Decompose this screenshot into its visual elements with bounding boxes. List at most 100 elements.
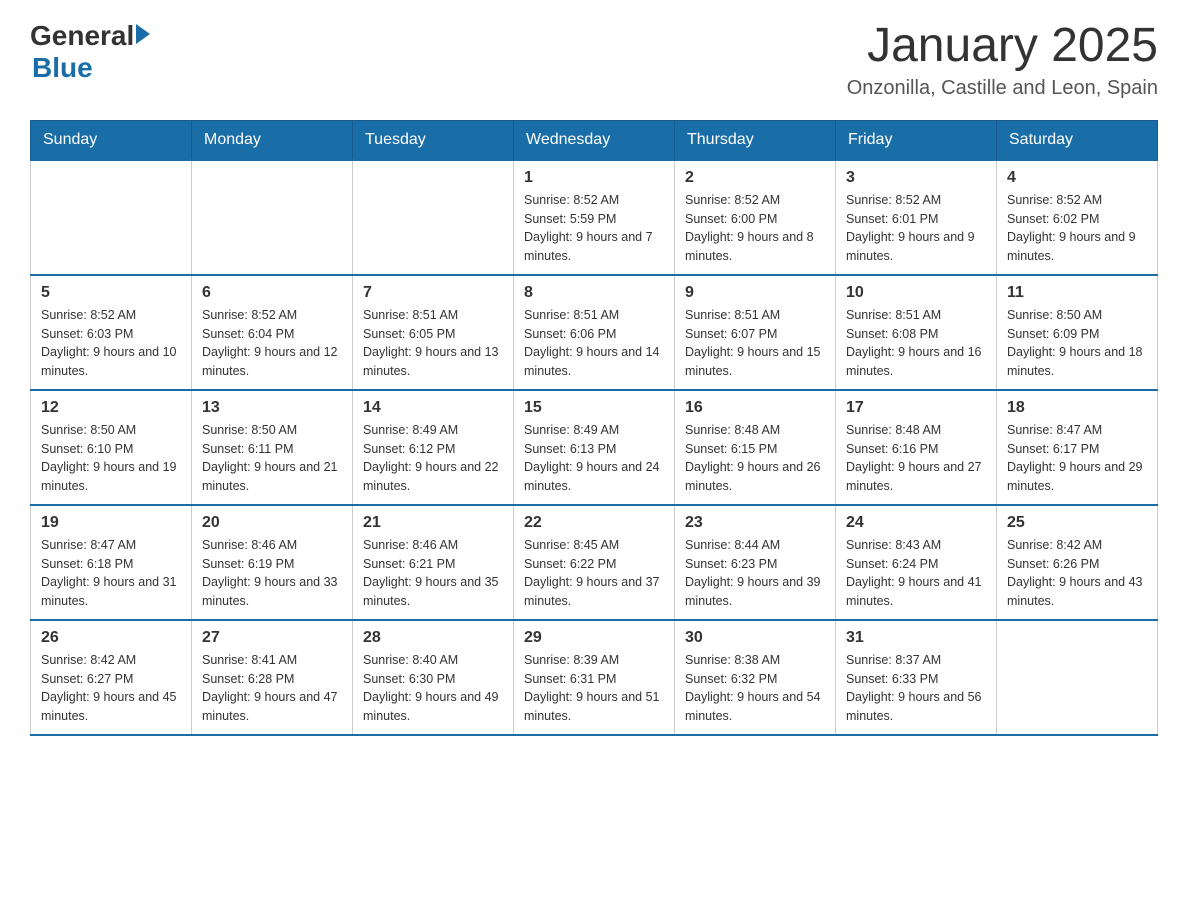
day-number: 18: [1007, 399, 1147, 417]
day-info: Sunrise: 8:42 AM Sunset: 6:26 PM Dayligh…: [1007, 536, 1147, 611]
day-info: Sunrise: 8:37 AM Sunset: 6:33 PM Dayligh…: [846, 651, 986, 726]
day-number: 26: [41, 629, 181, 647]
day-number: 12: [41, 399, 181, 417]
day-info: Sunrise: 8:44 AM Sunset: 6:23 PM Dayligh…: [685, 536, 825, 611]
logo-blue-text: Blue: [32, 52, 93, 84]
day-number: 13: [202, 399, 342, 417]
day-info: Sunrise: 8:50 AM Sunset: 6:09 PM Dayligh…: [1007, 306, 1147, 381]
page-header: General Blue January 2025 Onzonilla, Cas…: [30, 20, 1158, 100]
day-info: Sunrise: 8:49 AM Sunset: 6:13 PM Dayligh…: [524, 421, 664, 496]
table-row: 18 Sunrise: 8:47 AM Sunset: 6:17 PM Dayli…: [997, 390, 1158, 505]
col-sunday: Sunday: [31, 120, 192, 160]
table-row: 4Sunrise: 8:52 AM Sunset: 6:02 PM Daylig…: [997, 160, 1158, 275]
day-number: 5: [41, 284, 181, 302]
header-row: Sunday Monday Tuesday Wednesday Thursday…: [31, 120, 1158, 160]
day-number: 21: [363, 514, 503, 532]
table-row: 6 Sunrise: 8:52 AM Sunset: 6:04 PM Daylig…: [192, 275, 353, 390]
day-info: Sunrise: 8:49 AM Sunset: 6:12 PM Dayligh…: [363, 421, 503, 496]
table-row: 26 Sunrise: 8:42 AM Sunset: 6:27 PM Dayli…: [31, 620, 192, 735]
table-row: 13 Sunrise: 8:50 AM Sunset: 6:11 PM Dayli…: [192, 390, 353, 505]
table-row: 22Sunrise: 8:45 AM Sunset: 6:22 PM Dayli…: [514, 505, 675, 620]
day-number: 11: [1007, 284, 1147, 302]
calendar-title: January 2025: [847, 20, 1158, 73]
table-row: 5 Sunrise: 8:52 AM Sunset: 6:03 PM Daylig…: [31, 275, 192, 390]
logo-arrow-icon: [136, 24, 150, 44]
col-tuesday: Tuesday: [353, 120, 514, 160]
day-info: Sunrise: 8:43 AM Sunset: 6:24 PM Dayligh…: [846, 536, 986, 611]
day-info: Sunrise: 8:42 AM Sunset: 6:27 PM Dayligh…: [41, 651, 181, 726]
table-row: 30 Sunrise: 8:38 AM Sunset: 6:32 PM Dayli…: [675, 620, 836, 735]
day-number: 31: [846, 629, 986, 647]
table-row: 15 Sunrise: 8:49 AM Sunset: 6:13 PM Dayli…: [514, 390, 675, 505]
col-monday: Monday: [192, 120, 353, 160]
col-wednesday: Wednesday: [514, 120, 675, 160]
table-row: 24 Sunrise: 8:43 AM Sunset: 6:24 PM Dayli…: [836, 505, 997, 620]
day-info: Sunrise: 8:45 AM Sunset: 6:22 PM Dayligh…: [524, 536, 664, 611]
day-info: Sunrise: 8:41 AM Sunset: 6:28 PM Dayligh…: [202, 651, 342, 726]
table-row: 25 Sunrise: 8:42 AM Sunset: 6:26 PM Dayli…: [997, 505, 1158, 620]
day-info: Sunrise: 8:47 AM Sunset: 6:18 PM Dayligh…: [41, 536, 181, 611]
day-number: 9: [685, 284, 825, 302]
table-row: [192, 160, 353, 275]
table-row: 31 Sunrise: 8:37 AM Sunset: 6:33 PM Dayli…: [836, 620, 997, 735]
day-info: Sunrise: 8:50 AM Sunset: 6:11 PM Dayligh…: [202, 421, 342, 496]
day-number: 16: [685, 399, 825, 417]
table-row: 28 Sunrise: 8:40 AM Sunset: 6:30 PM Dayli…: [353, 620, 514, 735]
day-number: 27: [202, 629, 342, 647]
day-number: 17: [846, 399, 986, 417]
week-row-5: 26 Sunrise: 8:42 AM Sunset: 6:27 PM Dayli…: [31, 620, 1158, 735]
table-row: 17 Sunrise: 8:48 AM Sunset: 6:16 PM Dayli…: [836, 390, 997, 505]
calendar-table: Sunday Monday Tuesday Wednesday Thursday…: [30, 120, 1158, 736]
day-number: 7: [363, 284, 503, 302]
day-number: 1: [524, 169, 664, 187]
day-number: 29: [524, 629, 664, 647]
day-info: Sunrise: 8:51 AM Sunset: 6:07 PM Dayligh…: [685, 306, 825, 381]
logo-general-text: General: [30, 20, 134, 52]
table-row: [353, 160, 514, 275]
day-number: 2: [685, 169, 825, 187]
table-row: 10Sunrise: 8:51 AM Sunset: 6:08 PM Dayli…: [836, 275, 997, 390]
col-thursday: Thursday: [675, 120, 836, 160]
table-row: 23 Sunrise: 8:44 AM Sunset: 6:23 PM Dayli…: [675, 505, 836, 620]
table-row: 21 Sunrise: 8:46 AM Sunset: 6:21 PM Dayli…: [353, 505, 514, 620]
day-info: Sunrise: 8:52 AM Sunset: 6:03 PM Dayligh…: [41, 306, 181, 381]
day-info: Sunrise: 8:46 AM Sunset: 6:19 PM Dayligh…: [202, 536, 342, 611]
day-info: Sunrise: 8:52 AM Sunset: 6:01 PM Dayligh…: [846, 191, 986, 266]
table-row: [31, 160, 192, 275]
day-number: 30: [685, 629, 825, 647]
day-info: Sunrise: 8:48 AM Sunset: 6:15 PM Dayligh…: [685, 421, 825, 496]
day-number: 8: [524, 284, 664, 302]
table-row: 11 Sunrise: 8:50 AM Sunset: 6:09 PM Dayli…: [997, 275, 1158, 390]
logo: General Blue: [30, 20, 150, 84]
day-info: Sunrise: 8:51 AM Sunset: 6:08 PM Dayligh…: [846, 306, 986, 381]
day-number: 15: [524, 399, 664, 417]
table-row: 9 Sunrise: 8:51 AM Sunset: 6:07 PM Daylig…: [675, 275, 836, 390]
day-number: 25: [1007, 514, 1147, 532]
table-row: [997, 620, 1158, 735]
day-number: 28: [363, 629, 503, 647]
table-row: 8 Sunrise: 8:51 AM Sunset: 6:06 PM Daylig…: [514, 275, 675, 390]
title-section: January 2025 Onzonilla, Castille and Leo…: [847, 20, 1158, 100]
day-info: Sunrise: 8:46 AM Sunset: 6:21 PM Dayligh…: [363, 536, 503, 611]
day-info: Sunrise: 8:39 AM Sunset: 6:31 PM Dayligh…: [524, 651, 664, 726]
table-row: 14 Sunrise: 8:49 AM Sunset: 6:12 PM Dayli…: [353, 390, 514, 505]
table-row: 19Sunrise: 8:47 AM Sunset: 6:18 PM Dayli…: [31, 505, 192, 620]
day-number: 24: [846, 514, 986, 532]
day-info: Sunrise: 8:51 AM Sunset: 6:06 PM Dayligh…: [524, 306, 664, 381]
day-info: Sunrise: 8:47 AM Sunset: 6:17 PM Dayligh…: [1007, 421, 1147, 496]
day-info: Sunrise: 8:40 AM Sunset: 6:30 PM Dayligh…: [363, 651, 503, 726]
day-info: Sunrise: 8:48 AM Sunset: 6:16 PM Dayligh…: [846, 421, 986, 496]
day-info: Sunrise: 8:52 AM Sunset: 6:04 PM Dayligh…: [202, 306, 342, 381]
day-info: Sunrise: 8:50 AM Sunset: 6:10 PM Dayligh…: [41, 421, 181, 496]
table-row: 29 Sunrise: 8:39 AM Sunset: 6:31 PM Dayli…: [514, 620, 675, 735]
day-number: 6: [202, 284, 342, 302]
col-saturday: Saturday: [997, 120, 1158, 160]
table-row: 16 Sunrise: 8:48 AM Sunset: 6:15 PM Dayli…: [675, 390, 836, 505]
day-number: 14: [363, 399, 503, 417]
table-row: 12 Sunrise: 8:50 AM Sunset: 6:10 PM Dayli…: [31, 390, 192, 505]
table-row: 27 Sunrise: 8:41 AM Sunset: 6:28 PM Dayli…: [192, 620, 353, 735]
week-row-4: 19Sunrise: 8:47 AM Sunset: 6:18 PM Dayli…: [31, 505, 1158, 620]
col-friday: Friday: [836, 120, 997, 160]
day-info: Sunrise: 8:38 AM Sunset: 6:32 PM Dayligh…: [685, 651, 825, 726]
day-number: 23: [685, 514, 825, 532]
